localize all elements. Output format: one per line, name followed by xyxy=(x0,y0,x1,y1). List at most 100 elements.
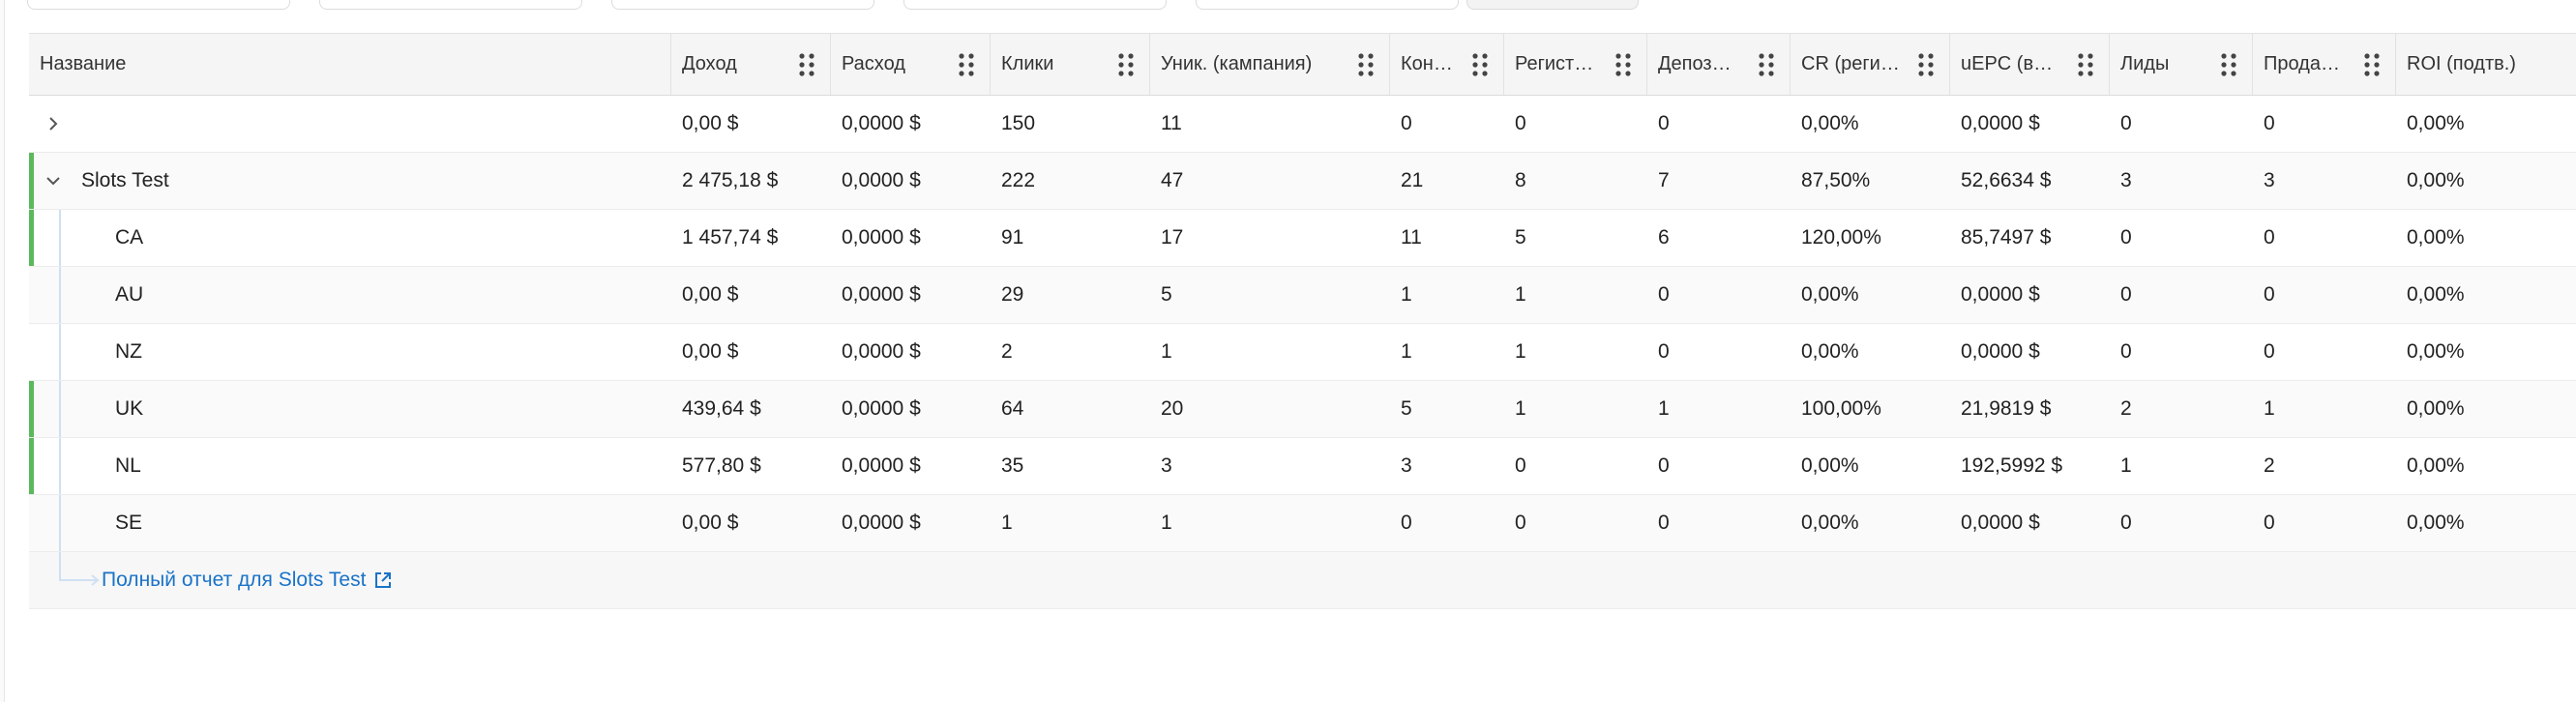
cell-clicks: 222 xyxy=(1001,169,1036,191)
cell-leads: 3 xyxy=(2120,169,2132,191)
table-row[interactable]: NL 577,80 $ 0,0000 $ 35 3 3 0 0 0,00% 19… xyxy=(29,438,2576,495)
column-header-deposits[interactable]: Депоз… xyxy=(1647,34,1791,95)
drag-handle-icon[interactable] xyxy=(1470,52,1490,77)
column-header-leads[interactable]: Лиды xyxy=(2110,34,2253,95)
cell-cr: 0,00% xyxy=(1801,112,1859,134)
cell-unique: 3 xyxy=(1161,454,1172,477)
drag-handle-icon[interactable] xyxy=(2076,52,2095,77)
cell-clicks: 2 xyxy=(1001,340,1013,363)
cell-cr: 87,50% xyxy=(1801,169,1871,191)
cell-conversions: 11 xyxy=(1401,226,1422,249)
filter-apply-button[interactable] xyxy=(1466,0,1639,10)
column-header-conversions[interactable]: Кон… xyxy=(1390,34,1504,95)
cell-unique: 11 xyxy=(1161,112,1182,134)
drag-handle-icon[interactable] xyxy=(957,52,976,77)
cell-leads: 0 xyxy=(2120,283,2132,306)
cell-conversions: 0 xyxy=(1401,112,1412,134)
cell-registrations: 0 xyxy=(1515,112,1526,134)
cell-income: 1 457,74 $ xyxy=(682,226,779,249)
cell-income: 0,00 $ xyxy=(682,112,739,134)
drag-handle-icon[interactable] xyxy=(1116,52,1136,77)
row-name-cell: NZ xyxy=(115,340,142,363)
stats-table: Название Доход Расход Клики Уник. (кампа… xyxy=(29,33,2576,609)
table-row[interactable]: Slots Test 2 475,18 $ 0,0000 $ 222 47 21… xyxy=(29,153,2576,210)
cell-uepc: 192,5992 $ xyxy=(1961,454,2063,477)
cell-uepc: 21,9819 $ xyxy=(1961,397,2052,420)
table-row[interactable]: 0,00 $ 0,0000 $ 150 11 0 0 0 0,00% 0,000… xyxy=(29,96,2576,153)
cell-sales: 1 xyxy=(2264,397,2275,420)
column-header-registrations[interactable]: Регист… xyxy=(1504,34,1647,95)
cell-clicks: 91 xyxy=(1001,226,1024,249)
cell-cr: 0,00% xyxy=(1801,454,1859,477)
drag-handle-icon[interactable] xyxy=(1916,52,1936,77)
chevron-right-icon[interactable] xyxy=(43,113,64,134)
full-report-link[interactable]: Полный отчет для Slots Test xyxy=(102,552,393,608)
cell-sales: 0 xyxy=(2264,283,2275,306)
cell-conversions: 1 xyxy=(1401,283,1412,306)
table-row[interactable]: UK 439,64 $ 0,0000 $ 64 20 5 1 1 100,00%… xyxy=(29,381,2576,438)
drag-handle-icon[interactable] xyxy=(2219,52,2238,77)
filter-control-5[interactable] xyxy=(1196,0,1459,10)
filter-bar xyxy=(0,0,2576,10)
drag-handle-icon[interactable] xyxy=(2362,52,2382,77)
cell-unique: 5 xyxy=(1161,283,1172,306)
table-row[interactable]: SE 0,00 $ 0,0000 $ 1 1 0 0 0 0,00% 0,000… xyxy=(29,495,2576,552)
column-header-expense[interactable]: Расход xyxy=(831,34,991,95)
cell-roi: 0,00% xyxy=(2407,454,2465,477)
filter-control-1[interactable] xyxy=(27,0,290,10)
cell-roi: 0,00% xyxy=(2407,340,2465,363)
column-header-roi-confirmed[interactable]: ROI (подтв.) xyxy=(2396,34,2576,95)
chevron-down-icon[interactable] xyxy=(43,170,64,191)
drag-handle-icon[interactable] xyxy=(797,52,816,77)
column-header-uepc[interactable]: uEPC (в… xyxy=(1950,34,2110,95)
cell-roi: 0,00% xyxy=(2407,512,2465,534)
column-header-sales[interactable]: Прода… xyxy=(2253,34,2396,95)
cell-registrations: 1 xyxy=(1515,283,1526,306)
cell-cr: 0,00% xyxy=(1801,512,1859,534)
row-name-cell: Slots Test xyxy=(29,153,671,209)
column-header-cr-registrations[interactable]: CR (реги… xyxy=(1791,34,1950,95)
cell-roi: 0,00% xyxy=(2407,169,2465,191)
filter-control-4[interactable] xyxy=(903,0,1167,10)
column-header-income[interactable]: Доход xyxy=(671,34,831,95)
column-header-clicks[interactable]: Клики xyxy=(991,34,1150,95)
drag-handle-icon[interactable] xyxy=(1757,52,1776,77)
column-header-unique-campaign[interactable]: Уник. (кампания) xyxy=(1150,34,1390,95)
cell-clicks: 35 xyxy=(1001,454,1024,477)
cell-expense: 0,0000 $ xyxy=(842,283,921,306)
row-name-cell: SE xyxy=(115,512,143,534)
cell-uepc: 0,0000 $ xyxy=(1961,283,2040,306)
filter-control-3[interactable] xyxy=(611,0,874,10)
cell-deposits: 7 xyxy=(1658,169,1670,191)
cell-sales: 0 xyxy=(2264,112,2275,134)
cell-uepc: 85,7497 $ xyxy=(1961,226,2052,249)
row-name-cell xyxy=(29,96,671,152)
cell-registrations: 0 xyxy=(1515,512,1526,534)
drag-handle-icon[interactable] xyxy=(1356,52,1376,77)
cell-income: 577,80 $ xyxy=(682,454,761,477)
cell-deposits: 6 xyxy=(1658,226,1670,249)
drag-handle-icon[interactable] xyxy=(1614,52,1633,77)
column-header-name[interactable]: Название xyxy=(29,34,671,95)
row-name-cell: CA xyxy=(115,226,144,249)
cell-unique: 20 xyxy=(1161,397,1184,420)
cell-conversions: 3 xyxy=(1401,454,1412,477)
cell-expense: 0,0000 $ xyxy=(842,340,921,363)
table-row[interactable]: CA 1 457,74 $ 0,0000 $ 91 17 11 5 6 120,… xyxy=(29,210,2576,267)
table-row[interactable]: AU 0,00 $ 0,0000 $ 29 5 1 1 0 0,00% 0,00… xyxy=(29,267,2576,324)
table-row[interactable]: NZ 0,00 $ 0,0000 $ 2 1 1 1 0 0,00% 0,000… xyxy=(29,324,2576,381)
cell-sales: 0 xyxy=(2264,512,2275,534)
cell-expense: 0,0000 $ xyxy=(842,454,921,477)
row-name-cell: NL xyxy=(115,454,141,477)
cell-leads: 0 xyxy=(2120,112,2132,134)
cell-deposits: 0 xyxy=(1658,283,1670,306)
cell-roi: 0,00% xyxy=(2407,283,2465,306)
cell-cr: 0,00% xyxy=(1801,340,1859,363)
cell-registrations: 5 xyxy=(1515,226,1526,249)
cell-conversions: 0 xyxy=(1401,512,1412,534)
cell-conversions: 5 xyxy=(1401,397,1412,420)
cell-sales: 3 xyxy=(2264,169,2275,191)
cell-expense: 0,0000 $ xyxy=(842,512,921,534)
filter-control-2[interactable] xyxy=(319,0,582,10)
cell-registrations: 1 xyxy=(1515,397,1526,420)
